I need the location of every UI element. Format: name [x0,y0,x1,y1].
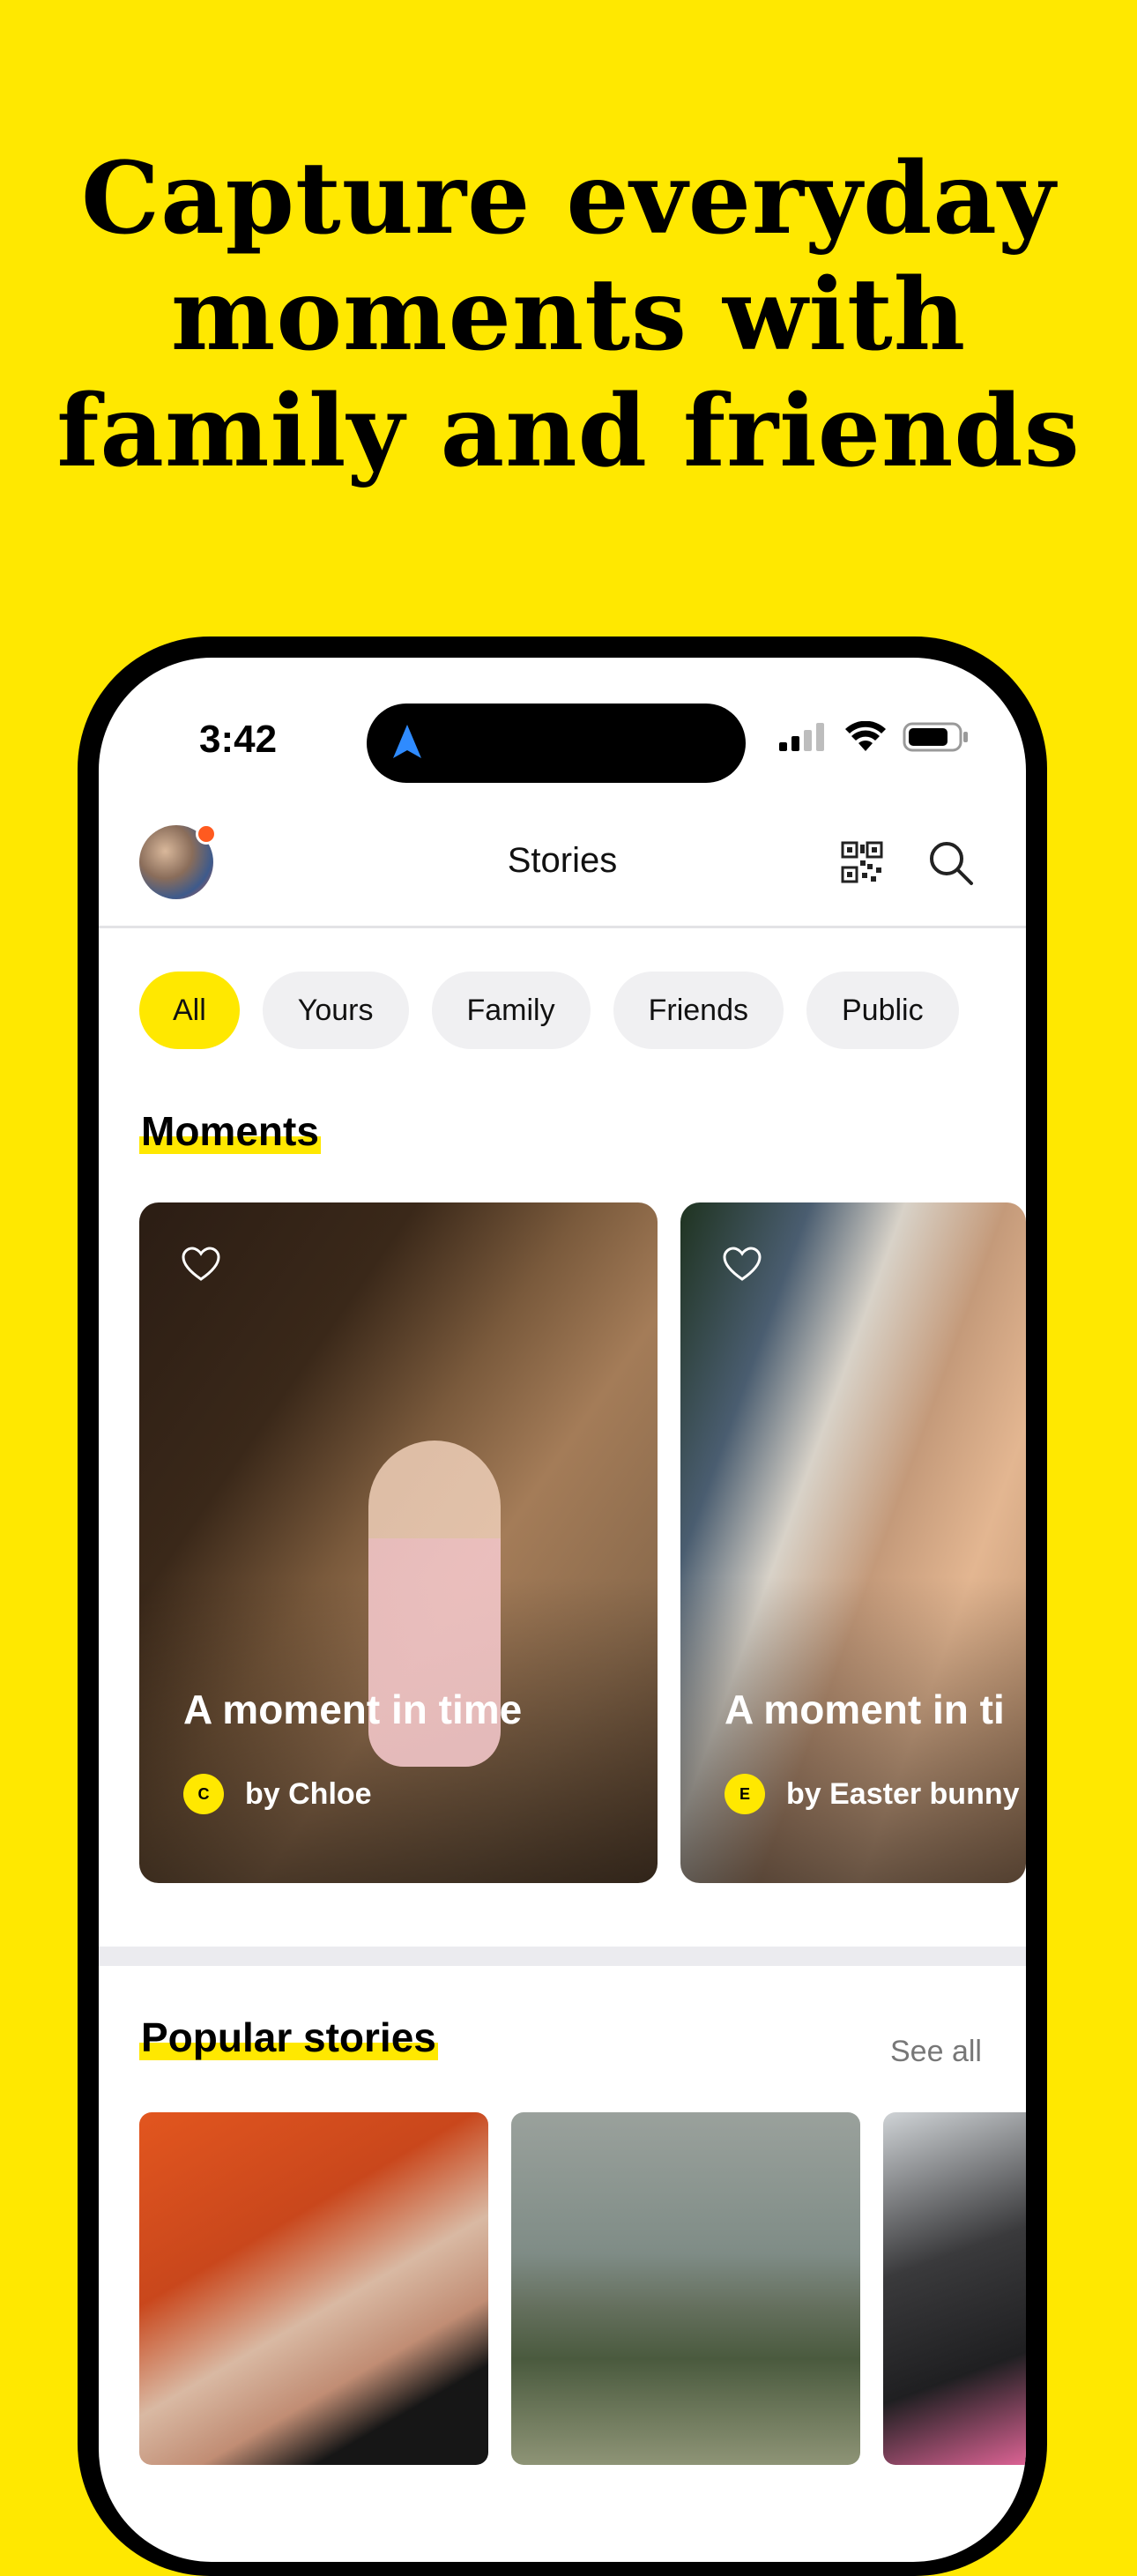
navigation-arrow-icon [393,725,421,758]
moments-section-title: Moments [139,1107,321,1155]
moment-byline: E by Easter bunny [725,1774,1020,1814]
heart-icon[interactable] [723,1247,762,1282]
status-time: 3:42 [199,718,278,761]
author-badge: C [183,1774,224,1814]
moment-title: A moment in ti [725,1686,1005,1732]
filter-chip-family[interactable]: Family [431,972,591,1049]
popular-stories-carousel[interactable] [139,2112,1026,2465]
app-bar: Stories [99,792,1026,928]
filter-chip-friends[interactable]: Friends [613,972,784,1049]
status-icons [777,721,970,753]
author-name: by Easter bunny [786,1776,1020,1811]
phone-screen: 3:42 Stories All Yours Family Friends Pu… [99,658,1026,2562]
author-badge: E [725,1774,765,1814]
popular-title-text: Popular stories [139,2014,438,2060]
filter-chip-yours[interactable]: Yours [262,972,409,1049]
headline-line-2: moments with [170,257,967,373]
heart-icon[interactable] [182,1247,220,1282]
popular-section-title: Popular stories [139,2014,438,2061]
dynamic-island [367,704,746,783]
story-card[interactable] [139,2112,488,2465]
story-card[interactable] [511,2112,860,2465]
headline-line-3: family and friends [56,374,1081,489]
search-icon[interactable] [927,839,975,887]
wifi-icon [845,721,886,751]
moments-title-text: Moments [139,1108,321,1154]
qr-code-icon[interactable] [841,841,883,883]
story-card[interactable] [883,2112,1026,2465]
author-name: by Chloe [245,1776,372,1811]
moment-title: A moment in time [183,1686,523,1732]
signal-icon [779,723,824,751]
filter-chip-public[interactable]: Public [806,972,959,1049]
battery-icon [903,722,968,752]
filter-chip-all[interactable]: All [139,972,240,1049]
moment-byline: C by Chloe [183,1774,372,1814]
headline-line-1: Capture everyday [80,141,1057,257]
filter-chips: All Yours Family Friends Public [139,972,959,1049]
page-title: Stories [507,841,618,880]
moment-card[interactable]: A moment in ti E by Easter bunny [680,1202,1026,1883]
section-divider [99,1947,1026,1966]
moments-carousel[interactable]: A moment in time C by Chloe A moment in … [139,1202,1026,1883]
phone-frame: 3:42 Stories All Yours Family Friends Pu… [78,637,1047,2576]
moment-card[interactable]: A moment in time C by Chloe [139,1202,658,1883]
see-all-link[interactable]: See all [890,2035,982,2069]
marketing-headline: Capture everyday moments with family and… [0,141,1137,490]
